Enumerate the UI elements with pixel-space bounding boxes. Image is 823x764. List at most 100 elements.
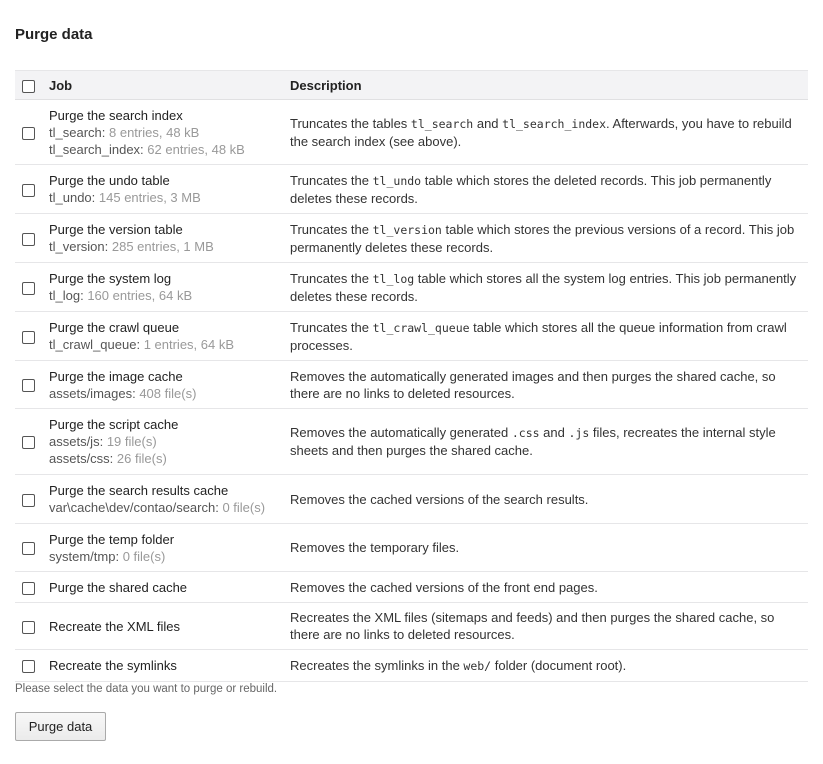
- select-all-checkbox[interactable]: [22, 79, 35, 93]
- job-cell: Purge the temp folder system/tmp: 0 file(…: [49, 523, 287, 572]
- job-title[interactable]: Purge the undo table: [49, 172, 287, 189]
- row-checkbox[interactable]: [22, 330, 35, 344]
- job-meta-label: tl_search_index:: [49, 141, 144, 157]
- job-meta: assets/js: 19 file(s): [49, 433, 287, 450]
- table-row: Purge the temp folder system/tmp: 0 file(…: [15, 523, 808, 572]
- table-row: Purge the image cache assets/images: 408 …: [15, 360, 808, 409]
- row-checkbox[interactable]: [22, 620, 35, 634]
- job-meta-label: tl_crawl_queue:: [49, 337, 141, 352]
- row-checkbox-cell: [15, 474, 49, 524]
- job-cell: Recreate the symlinks: [49, 649, 287, 682]
- row-checkbox[interactable]: [22, 581, 35, 595]
- table-row: Purge the search index tl_search: 8 entri…: [15, 99, 808, 165]
- description-text: Truncates the: [290, 319, 373, 335]
- row-checkbox-cell: [15, 571, 49, 603]
- job-description: Removes the automatically generated .css…: [287, 408, 808, 475]
- job-title[interactable]: Purge the shared cache: [49, 579, 287, 596]
- job-meta: tl_search: 8 entries, 48 kB: [49, 124, 287, 141]
- job-meta-count: 145 entries, 3 MB: [98, 190, 201, 205]
- row-checkbox-cell: [15, 164, 49, 214]
- purge-data-panel: Purge data Job Description Purge the sea…: [0, 0, 823, 764]
- job-title[interactable]: Purge the temp folder: [49, 531, 287, 548]
- description-code: .css: [511, 426, 540, 440]
- description-text: Recreates the XML files (sitemaps and fe…: [290, 610, 775, 642]
- job-title[interactable]: Purge the search results cache: [49, 482, 287, 499]
- job-meta: tl_search_index: 62 entries, 48 kB: [49, 141, 287, 158]
- row-checkbox[interactable]: [22, 126, 35, 140]
- job-meta-label: assets/images:: [49, 385, 136, 401]
- job-title[interactable]: Purge the system log: [49, 270, 287, 287]
- job-cell: Recreate the XML files: [49, 602, 287, 650]
- row-checkbox[interactable]: [22, 232, 35, 246]
- job-meta: tl_crawl_queue: 1 entries, 64 kB: [49, 336, 287, 353]
- job-meta-count: 1 entries, 64 kB: [143, 337, 235, 352]
- job-meta-count: 0 file(s): [122, 548, 166, 564]
- page-title: Purge data: [15, 26, 93, 43]
- table-row: Purge the version table tl_version: 285 e…: [15, 213, 808, 263]
- column-header-description: Description: [287, 70, 808, 100]
- job-cell: Purge the undo table tl_undo: 145 entries…: [49, 164, 287, 214]
- job-title[interactable]: Recreate the symlinks: [49, 657, 287, 674]
- job-title[interactable]: Purge the image cache: [49, 368, 287, 385]
- job-meta-count: 8 entries, 48 kB: [109, 124, 200, 140]
- description-text: Removes the cached versions of the front…: [290, 579, 598, 595]
- description-text: Truncates the: [290, 221, 373, 237]
- description-code: tl_undo: [372, 173, 422, 188]
- job-title[interactable]: Purge the crawl queue: [49, 319, 287, 336]
- description-text: Recreates the symlinks in the: [290, 657, 464, 673]
- row-checkbox-cell: [15, 649, 49, 682]
- description-text: Truncates the: [290, 172, 373, 188]
- job-title[interactable]: Purge the script cache: [49, 416, 287, 433]
- row-checkbox[interactable]: [22, 183, 35, 197]
- job-cell: Purge the search index tl_search: 8 entri…: [49, 99, 287, 165]
- job-meta-label: tl_search:: [49, 124, 106, 140]
- job-meta-count: 408 file(s): [139, 385, 197, 401]
- description-text: Removes the cached versions of the searc…: [290, 491, 589, 507]
- job-title[interactable]: Purge the search index: [49, 107, 287, 124]
- job-meta: assets/css: 26 file(s): [49, 450, 287, 467]
- job-meta-count: 285 entries, 1 MB: [111, 239, 214, 254]
- job-meta-label: tl_log:: [49, 288, 84, 303]
- row-checkbox[interactable]: [22, 660, 35, 674]
- description-text: Removes the temporary files.: [290, 540, 460, 555]
- row-checkbox[interactable]: [22, 493, 35, 507]
- description-text: and: [539, 425, 569, 440]
- purge-data-button[interactable]: Purge data: [15, 712, 106, 741]
- job-description: Truncates the tl_log table which stores …: [287, 262, 808, 312]
- job-description: Truncates the tl_version table which sto…: [287, 213, 808, 263]
- job-meta: var\cache\dev/contao/search: 0 file(s): [49, 499, 287, 516]
- description-text: and: [473, 115, 503, 131]
- table-row: Purge the crawl queue tl_crawl_queue: 1 e…: [15, 311, 808, 361]
- job-cell: Purge the crawl queue tl_crawl_queue: 1 e…: [49, 311, 287, 361]
- job-description: Truncates the tables tl_search and tl_se…: [287, 99, 808, 165]
- job-title[interactable]: Recreate the XML files: [49, 618, 287, 635]
- table-row: Purge the shared cache Removes the cached…: [15, 571, 808, 603]
- row-checkbox-cell: [15, 602, 49, 650]
- job-description: Recreates the XML files (sitemaps and fe…: [287, 602, 808, 650]
- table-row: Purge the undo table tl_undo: 145 entries…: [15, 164, 808, 214]
- job-meta-count: 62 entries, 48 kB: [147, 141, 245, 157]
- description-text: folder (document root).: [491, 657, 627, 673]
- job-cell: Purge the search results cache var\cache\…: [49, 474, 287, 524]
- job-meta-label: assets/css:: [49, 451, 114, 466]
- row-checkbox-cell: [15, 262, 49, 312]
- job-title[interactable]: Purge the version table: [49, 221, 287, 238]
- job-meta-count: 0 file(s): [222, 500, 266, 515]
- table-row: Purge the search results cache var\cache\…: [15, 474, 808, 524]
- job-cell: Purge the image cache assets/images: 408 …: [49, 360, 287, 409]
- description-code: tl_search: [410, 116, 474, 131]
- row-checkbox[interactable]: [22, 436, 35, 450]
- purge-jobs-table: Job Description Purge the search index tl…: [15, 70, 808, 682]
- table-row: Purge the script cache assets/js: 19 file…: [15, 408, 808, 475]
- help-text: Please select the data you want to purge…: [15, 683, 278, 695]
- row-checkbox-cell: [15, 408, 49, 475]
- row-checkbox-cell: [15, 311, 49, 361]
- job-meta-count: 160 entries, 64 kB: [87, 288, 193, 303]
- row-checkbox[interactable]: [22, 542, 35, 556]
- row-checkbox[interactable]: [22, 281, 35, 295]
- row-checkbox[interactable]: [22, 379, 35, 393]
- job-description: Removes the cached versions of the front…: [287, 571, 808, 603]
- description-text: Removes the automatically generated: [290, 425, 512, 440]
- job-meta-label: tl_undo:: [49, 190, 96, 205]
- job-cell: Purge the system log tl_log: 160 entries,…: [49, 262, 287, 312]
